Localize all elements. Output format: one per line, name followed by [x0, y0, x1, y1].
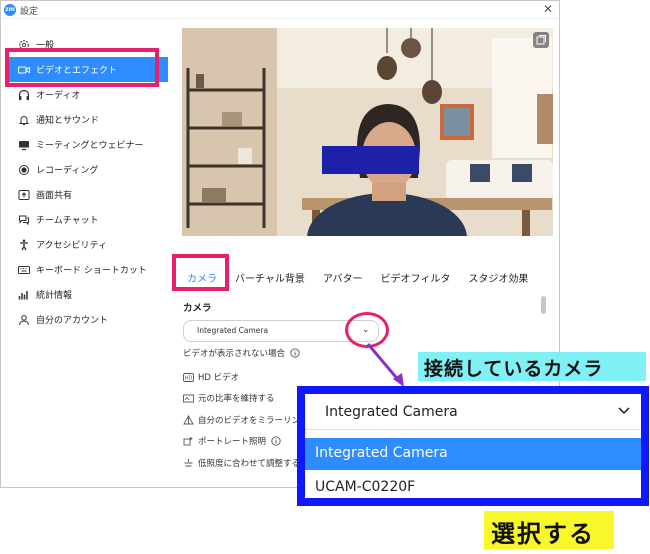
- headphones-icon: [17, 88, 31, 102]
- zoom-app-icon: zm: [4, 4, 16, 16]
- sidebar-item-label: 通知とサウンド: [36, 116, 100, 126]
- sidebar-item-meetings[interactable]: ミーティングとウェビナー: [8, 132, 168, 157]
- portrait-lighting-option[interactable]: ポートレート照明: [183, 435, 281, 447]
- hd-video-option[interactable]: HD HD ビデオ: [183, 371, 239, 383]
- select-label: 選択する: [484, 511, 614, 549]
- keep-ratio-option[interactable]: 元の比率を維持する: [183, 392, 275, 404]
- record-icon: [17, 163, 31, 177]
- camera-option-label: UCAM-C0220F: [315, 479, 416, 495]
- sidebar-item-label: 自分のアカウント: [36, 316, 109, 326]
- camera-option-integrated[interactable]: Integrated Camera: [305, 438, 641, 470]
- sidebar-item-keyboard-shortcuts[interactable]: キーボード ショートカット: [8, 257, 168, 282]
- preview-settings-button[interactable]: [533, 32, 549, 48]
- sidebar-item-screen-share[interactable]: 画面共有: [8, 182, 168, 207]
- mirror-icon: [183, 415, 194, 426]
- tab-studio-effects[interactable]: スタジオ効果: [459, 270, 537, 285]
- sidebar-highlight-box: [5, 48, 159, 87]
- connected-camera-label: 接続しているカメラ: [418, 352, 646, 381]
- camera-option-label: Integrated Camera: [315, 445, 448, 461]
- sidebar-item-team-chat[interactable]: チームチャット: [8, 207, 168, 232]
- settings-scrollbar[interactable]: [541, 296, 546, 314]
- expand-icon: [536, 35, 546, 45]
- tab-highlight-box: [172, 254, 229, 291]
- camera-dropdown: Integrated Camera Integrated Camera UCAM…: [305, 394, 641, 498]
- connected-camera-label-text: 接続しているカメラ: [424, 358, 604, 380]
- camera-option-ucam[interactable]: UCAM-C0220F: [305, 472, 641, 504]
- svg-text:HD: HD: [185, 375, 193, 381]
- video-tabs: カメラ バーチャル背景 アバター ビデオフィルタ スタジオ効果: [178, 262, 537, 292]
- stats-icon: [17, 288, 31, 302]
- chat-icon: [17, 213, 31, 227]
- sidebar-item-notifications[interactable]: 通知とサウンド: [8, 107, 168, 132]
- callout-arrow: [366, 343, 404, 387]
- sidebar-item-label: 統計情報: [36, 291, 73, 301]
- option-label: 元の比率を維持する: [198, 394, 275, 404]
- tab-virtual-background[interactable]: バーチャル背景: [226, 270, 314, 285]
- option-label: ポートレート照明: [198, 437, 267, 447]
- camera-select-value: Integrated Camera: [197, 326, 269, 335]
- camera-dropdown-value: Integrated Camera: [325, 404, 458, 420]
- keyboard-icon: [17, 263, 31, 277]
- sidebar-item-statistics[interactable]: 統計情報: [8, 282, 168, 307]
- option-label: HD ビデオ: [198, 373, 240, 383]
- camera-section-title: カメラ: [183, 303, 212, 314]
- sidebar-item-label: キーボード ショートカット: [36, 266, 147, 276]
- camera-dropdown-select[interactable]: Integrated Camera: [305, 394, 641, 430]
- low-light-icon: [183, 458, 194, 469]
- video-not-shown-help[interactable]: ビデオが表示されない場合: [183, 347, 300, 359]
- bell-icon: [17, 113, 31, 127]
- title-bar: zm 設定 ✕: [1, 1, 559, 19]
- tab-video-filter[interactable]: ビデオフィルタ: [372, 270, 460, 285]
- sidebar-item-label: ミーティングとウェビナー: [36, 141, 144, 151]
- sidebar-item-label: 画面共有: [36, 191, 73, 201]
- sidebar-item-label: オーディオ: [36, 91, 81, 101]
- sidebar-item-accessibility[interactable]: アクセシビリティ: [8, 232, 168, 257]
- close-icon[interactable]: ✕: [543, 2, 553, 16]
- window-title: 設定: [20, 7, 39, 17]
- share-screen-icon: [17, 188, 31, 202]
- portrait-light-icon: [183, 436, 194, 447]
- info-icon: [270, 436, 281, 447]
- low-light-option[interactable]: 低照度に合わせて調整する: [183, 457, 300, 469]
- select-label-text: 選択する: [491, 520, 595, 548]
- chevron-down-icon[interactable]: [618, 404, 630, 419]
- sidebar-item-account[interactable]: 自分のアカウント: [8, 307, 168, 332]
- camera-dropdown-zoom: Integrated Camera Integrated Camera UCAM…: [297, 386, 649, 506]
- sidebar-item-recording[interactable]: レコーディング: [8, 157, 168, 182]
- sidebar-item-label: チームチャット: [36, 216, 99, 226]
- ratio-icon: [183, 393, 194, 404]
- sidebar-item-label: レコーディング: [36, 166, 99, 176]
- option-label: ビデオが表示されない場合: [183, 349, 286, 359]
- monitor-icon: [17, 138, 31, 152]
- info-icon: [289, 348, 300, 359]
- accessibility-icon: [17, 238, 31, 252]
- user-icon: [17, 313, 31, 327]
- hd-icon: HD: [183, 372, 194, 383]
- tab-avatar[interactable]: アバター: [314, 270, 372, 285]
- video-preview-image: [182, 28, 553, 236]
- option-label: 低照度に合わせて調整する: [198, 459, 301, 469]
- sidebar-item-label: アクセシビリティ: [36, 241, 108, 251]
- video-preview: [182, 28, 553, 236]
